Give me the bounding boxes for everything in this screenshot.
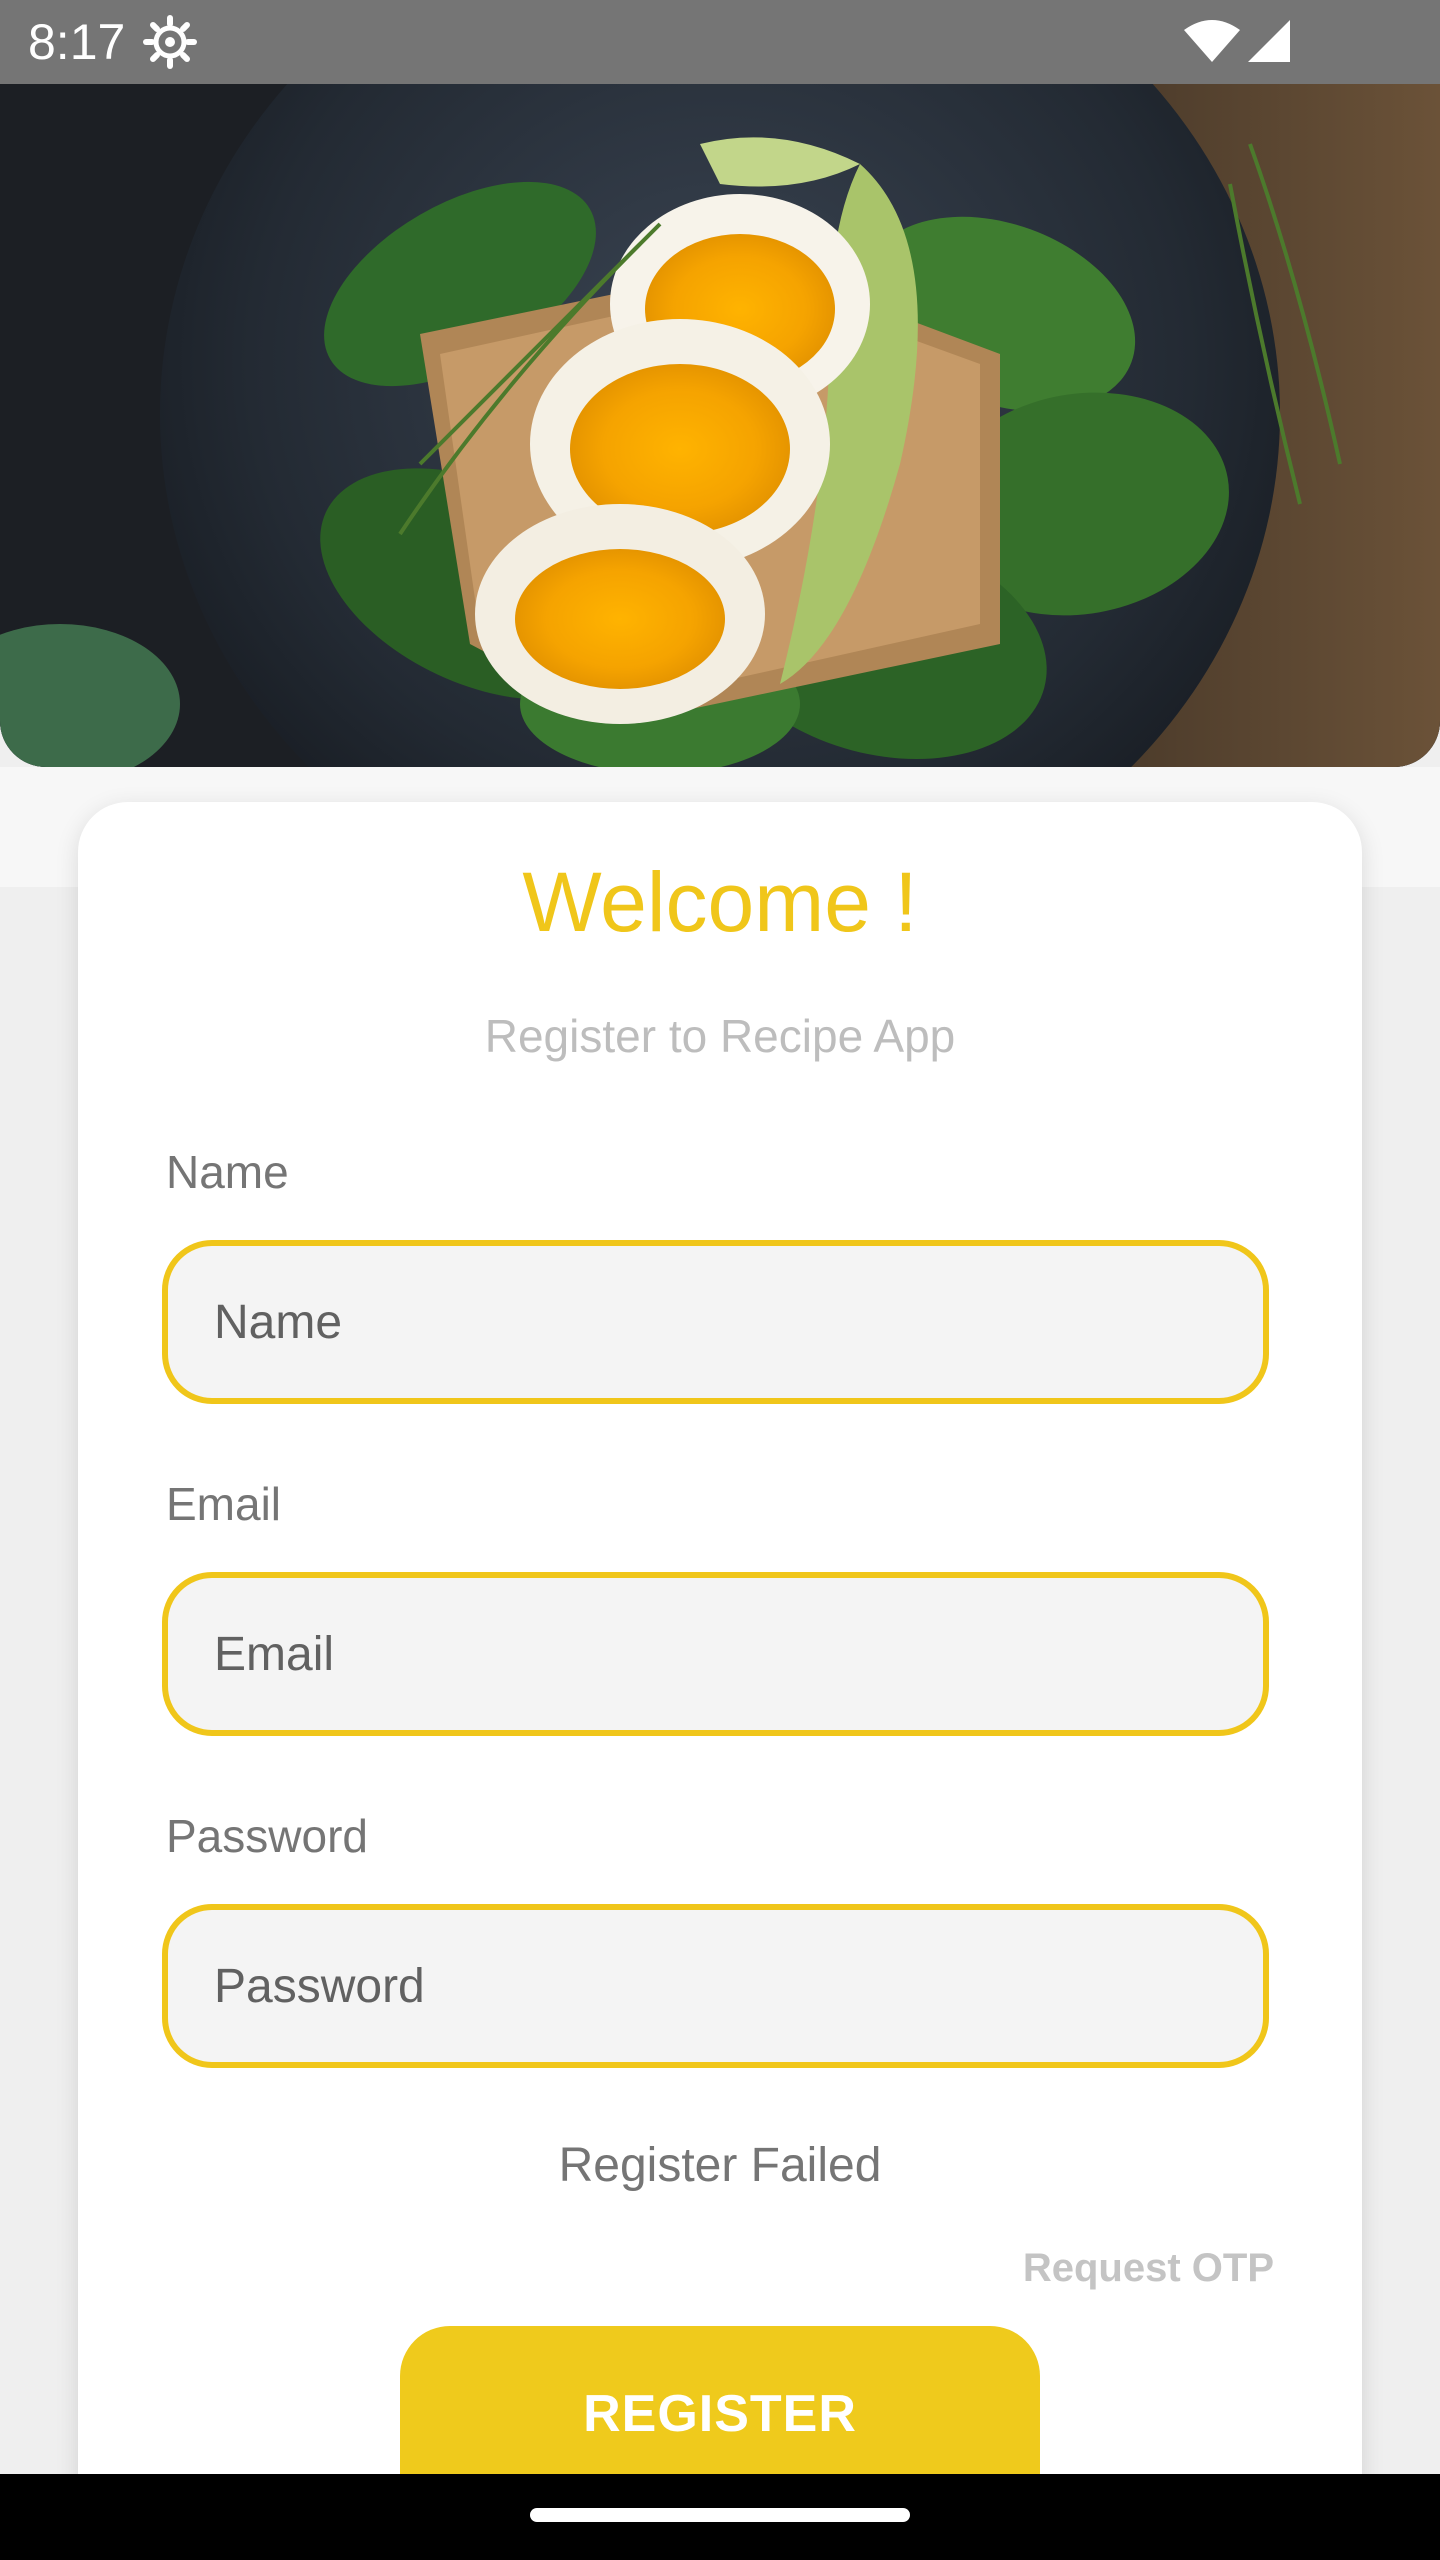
email-label: Email bbox=[166, 1478, 282, 1530]
welcome-title: Welcome ! bbox=[522, 855, 918, 949]
signal-icon bbox=[1248, 20, 1290, 62]
name-field[interactable] bbox=[162, 1240, 1269, 1404]
gear-icon bbox=[143, 15, 197, 69]
navigation-bar bbox=[0, 2474, 1440, 2560]
name-input[interactable] bbox=[214, 1246, 1214, 1398]
status-bar: 8:17 bbox=[0, 0, 1440, 84]
register-subtitle: Register to Recipe App bbox=[484, 1010, 956, 1062]
name-label: Name bbox=[166, 1146, 289, 1198]
status-time: 8:17 bbox=[28, 14, 126, 70]
password-field[interactable] bbox=[162, 1904, 1269, 2068]
email-field[interactable] bbox=[162, 1572, 1269, 1736]
email-input[interactable] bbox=[214, 1578, 1214, 1730]
egg-toast-photo bbox=[0, 84, 1440, 767]
password-label: Password bbox=[166, 1810, 368, 1862]
register-screen: 8:17 Welcome ! Register to Recipe App Na… bbox=[0, 0, 1440, 2560]
home-gesture-handle[interactable] bbox=[530, 2508, 910, 2522]
register-status-message: Register Failed bbox=[558, 2139, 882, 2192]
password-input[interactable] bbox=[214, 1910, 1214, 2062]
hero-image bbox=[0, 84, 1440, 767]
register-card: Welcome ! Register to Recipe App Name Em… bbox=[78, 802, 1362, 2560]
wifi-icon bbox=[1184, 20, 1240, 62]
request-otp-link[interactable]: Request OTP bbox=[1023, 2244, 1274, 2292]
